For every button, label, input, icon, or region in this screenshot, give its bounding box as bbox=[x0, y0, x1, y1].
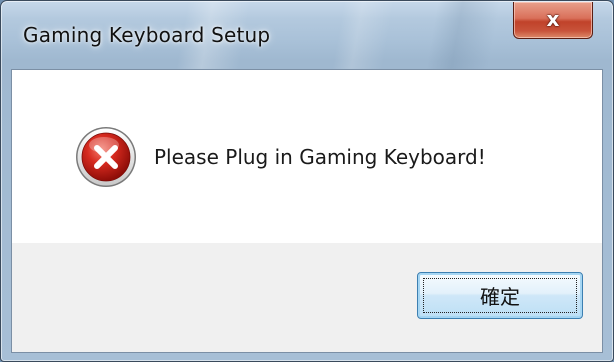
dialog-body: Please Plug in Gaming Keyboard! 確定 bbox=[11, 69, 603, 353]
message-area: Please Plug in Gaming Keyboard! bbox=[12, 70, 602, 243]
ok-button[interactable]: 確定 bbox=[417, 272, 583, 319]
window-title: Gaming Keyboard Setup bbox=[23, 23, 271, 47]
ok-button-label: 確定 bbox=[480, 285, 520, 309]
close-button[interactable]: x bbox=[513, 2, 593, 39]
close-icon: x bbox=[546, 7, 560, 31]
dialog-window: Gaming Keyboard Setup x Please Plug in G… bbox=[0, 0, 614, 362]
error-message: Please Plug in Gaming Keyboard! bbox=[154, 145, 486, 169]
error-icon bbox=[76, 127, 136, 187]
title-bar[interactable]: Gaming Keyboard Setup x bbox=[1, 1, 613, 69]
